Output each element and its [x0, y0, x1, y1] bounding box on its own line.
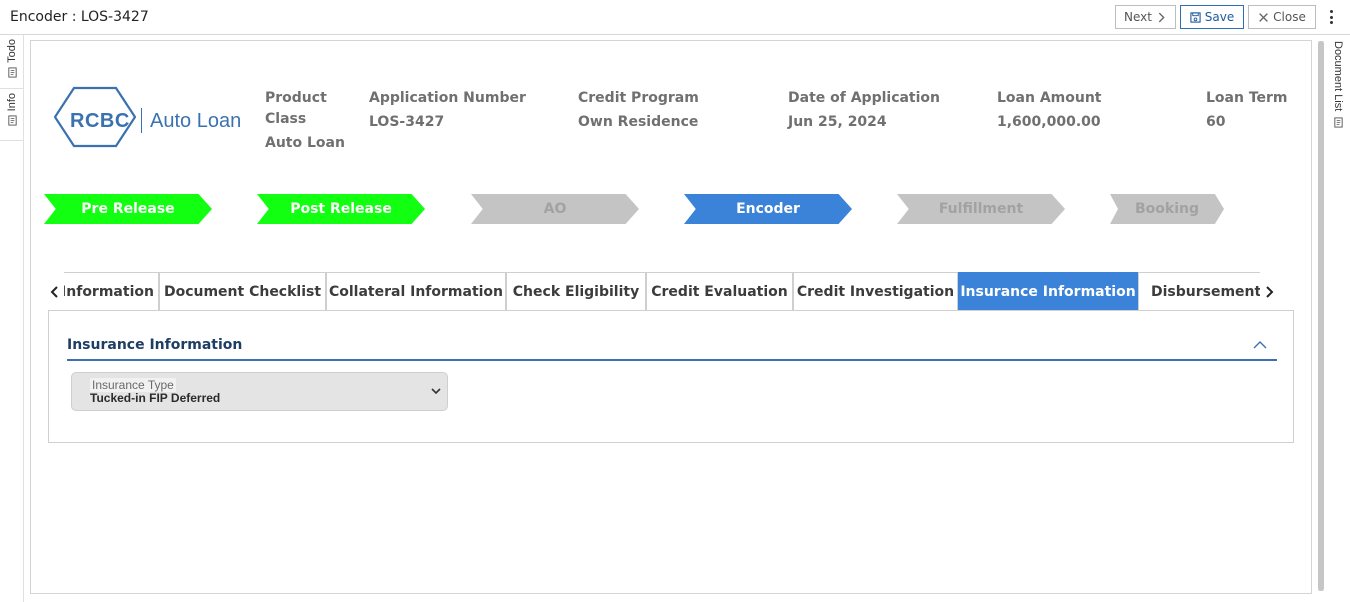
tab-document-checklist[interactable]: Document Checklist: [159, 272, 326, 311]
logo-brand: RCBC: [70, 110, 130, 132]
application-number-value: LOS-3427: [369, 114, 445, 130]
document-icon: [7, 115, 17, 126]
next-button[interactable]: Next: [1115, 5, 1176, 29]
tab-label: Check Eligibility: [512, 284, 640, 300]
rail-item-todo[interactable]: Todo: [0, 39, 24, 89]
rail-info-label: Info: [6, 93, 18, 112]
close-button-label: Close: [1273, 10, 1306, 24]
tab-scroll-right-icon[interactable]: [1263, 283, 1275, 301]
logo-product: Auto Loan: [150, 110, 242, 132]
vertical-scrollbar[interactable]: [1318, 41, 1324, 591]
tab-label: Disbursement Information: [1151, 284, 1260, 300]
tab-label: Credit Investigation: [796, 284, 955, 300]
loan-term-value: 60: [1206, 114, 1226, 130]
document-list-toggle[interactable]: Document List: [1329, 41, 1347, 128]
date-of-application-field: Date of Application Jun 25, 2024: [788, 88, 940, 133]
loan-term-field: Loan Term 60: [1206, 88, 1288, 133]
rcbc-auto-loan-logo: RCBC Auto Loan: [54, 85, 244, 149]
application-number-field: Application Number LOS-3427: [369, 88, 526, 133]
tab-label: Collateral Information: [328, 284, 504, 300]
document-list-label: Document List: [1332, 41, 1344, 112]
chevron-up-icon[interactable]: [1253, 339, 1267, 351]
insurance-type-label: Insurance Type: [90, 378, 176, 392]
left-rail: Todo Info: [0, 35, 24, 602]
close-icon: [1259, 12, 1268, 22]
kebab-menu-icon[interactable]: [1324, 8, 1338, 26]
insurance-information-section: Insurance Information Insurance Type Tuc…: [48, 310, 1294, 443]
step-label: Encoder: [736, 201, 800, 217]
tab-label: Information: [64, 284, 154, 300]
tab-scroll-left-icon[interactable]: [49, 283, 61, 301]
save-icon: [1190, 11, 1201, 23]
tab-disbursement-information[interactable]: Disbursement Information: [1138, 272, 1260, 311]
rail-todo-label: Todo: [6, 39, 18, 63]
insurance-type-value: Tucked-in FIP Deferred: [90, 391, 221, 405]
tab-strip: Information Document Checklist Collatera…: [64, 272, 1260, 311]
step-fulfillment[interactable]: Fulfillment: [897, 194, 1065, 224]
next-button-label: Next: [1124, 10, 1152, 24]
chevron-right-icon: [1158, 12, 1165, 22]
step-pre-release[interactable]: Pre Release: [44, 194, 212, 224]
product-class-value: Auto Loan: [265, 135, 345, 151]
save-button[interactable]: Save: [1180, 5, 1244, 29]
scrollbar-thumb[interactable]: [1318, 41, 1324, 591]
save-button-label: Save: [1204, 10, 1235, 24]
section-header: Insurance Information: [67, 335, 1277, 361]
rail-item-info[interactable]: Info: [0, 93, 24, 141]
section-title: Insurance Information: [67, 337, 243, 353]
close-button[interactable]: Close: [1248, 5, 1316, 29]
chevron-down-icon: [431, 388, 441, 395]
date-of-application-label: Date of Application: [788, 90, 941, 106]
loan-amount-value: 1,600,000.00: [997, 114, 1101, 130]
product-class-field: Product Class Auto Loan: [265, 88, 345, 154]
loan-amount-label: Loan Amount: [997, 90, 1102, 106]
product-class-label-1: Product: [265, 90, 327, 106]
tab-information[interactable]: Information: [64, 272, 159, 311]
product-class-label-2: Class: [265, 111, 307, 127]
credit-program-field: Credit Program Own Residence: [578, 88, 699, 133]
date-of-application-value: Jun 25, 2024: [788, 114, 887, 130]
tab-credit-evaluation[interactable]: Credit Evaluation: [646, 272, 793, 311]
logo-separator: [141, 108, 142, 133]
tab-collateral-information[interactable]: Collateral Information: [326, 272, 506, 311]
step-booking[interactable]: Booking: [1110, 194, 1224, 224]
tab-insurance-information[interactable]: Insurance Information: [958, 272, 1138, 311]
tab-label: Credit Evaluation: [651, 284, 788, 300]
application-number-label: Application Number: [369, 90, 526, 106]
document-icon: [1333, 117, 1343, 128]
step-label: Post Release: [290, 201, 392, 217]
top-bar: Encoder : LOS-3427 Next Save Close: [0, 0, 1350, 35]
credit-program-value: Own Residence: [578, 114, 699, 130]
step-post-release[interactable]: Post Release: [257, 194, 425, 224]
tab-credit-investigation[interactable]: Credit Investigation: [793, 272, 958, 311]
document-icon: [7, 67, 17, 78]
loan-amount-field: Loan Amount 1,600,000.00: [997, 88, 1102, 133]
right-rail: Document List: [1325, 35, 1350, 602]
window-title: Encoder : LOS-3427: [10, 9, 149, 25]
step-ao[interactable]: AO: [471, 194, 639, 224]
insurance-type-select[interactable]: Insurance Type Tucked-in FIP Deferred: [71, 372, 448, 411]
step-label: AO: [543, 201, 567, 217]
step-label: Fulfillment: [938, 201, 1024, 217]
loan-term-label: Loan Term: [1206, 90, 1288, 106]
tab-label: Insurance Information: [960, 284, 1136, 300]
step-label: Pre Release: [81, 201, 175, 217]
credit-program-label: Credit Program: [578, 90, 699, 106]
step-encoder[interactable]: Encoder: [684, 194, 852, 224]
tab-label: Document Checklist: [163, 284, 322, 300]
step-label: Booking: [1134, 201, 1199, 217]
tab-check-eligibility[interactable]: Check Eligibility: [506, 272, 646, 311]
